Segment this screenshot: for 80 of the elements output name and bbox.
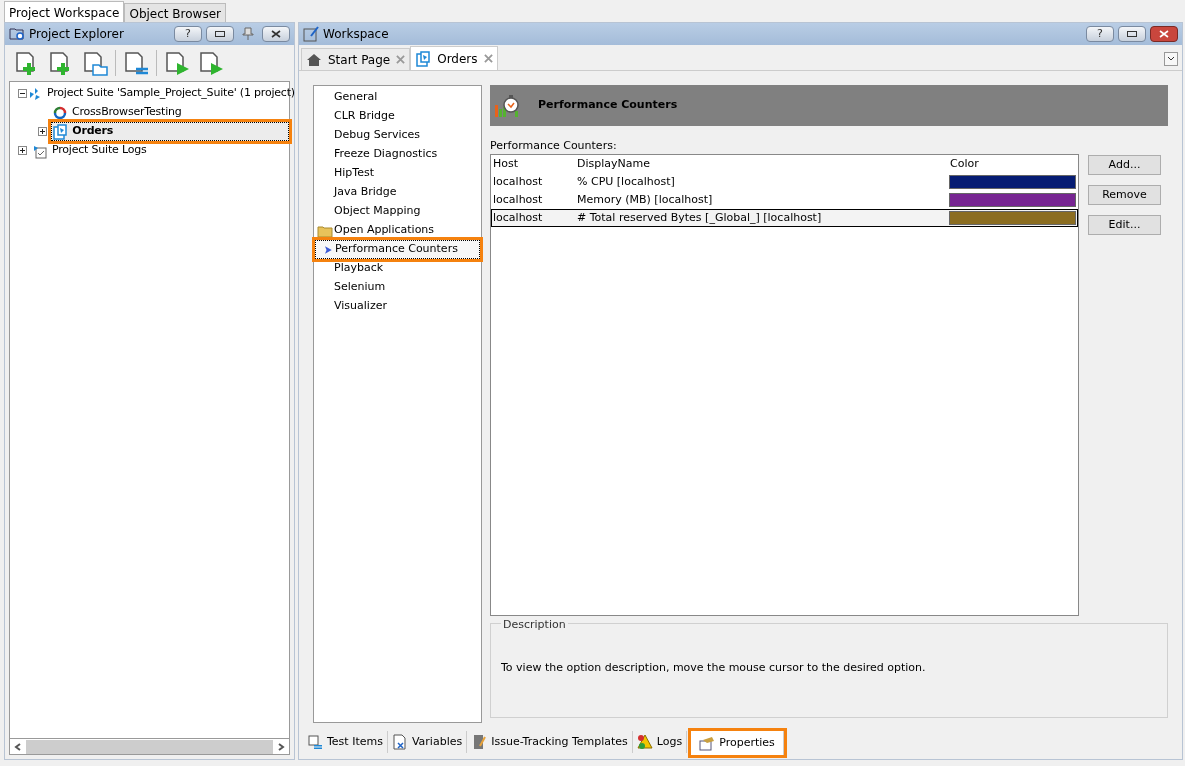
option-item[interactable]: Open Applications — [315, 221, 480, 240]
home-icon — [306, 51, 322, 68]
action-button[interactable]: Remove — [1088, 185, 1161, 205]
column-header[interactable]: Color — [948, 155, 1078, 173]
action-button[interactable]: Edit... — [1088, 215, 1161, 235]
description-text: To view the option description, move the mouse cursor to the desired option. — [501, 659, 927, 676]
collapse-icon[interactable] — [18, 89, 27, 98]
tree-item[interactable]: Orders — [51, 122, 289, 141]
workspace-tab[interactable]: Object Browser — [124, 3, 226, 22]
horizontal-scrollbar[interactable] — [9, 739, 290, 755]
variables-tab-icon — [391, 734, 408, 750]
help-button[interactable]: ? — [1086, 26, 1114, 42]
bottom-tab[interactable]: Test Items — [303, 731, 388, 753]
restore-button[interactable] — [1118, 26, 1146, 42]
bottom-tab[interactable]: Logs — [632, 731, 688, 753]
table-row[interactable]: localhost Memory (MB) [localhost] — [491, 191, 1078, 209]
bottom-tab[interactable]: Issue-Tracking Templates — [467, 731, 633, 753]
tree-node-icon — [52, 104, 68, 121]
document-tab[interactable]: Start Page — [301, 48, 411, 70]
tree-item[interactable]: Project Suite Logs — [32, 141, 155, 160]
option-item[interactable]: Performance Counters — [315, 240, 480, 259]
help-button[interactable]: ? — [174, 26, 202, 42]
tree-item[interactable]: CrossBrowserTesting — [52, 103, 190, 122]
document-tab[interactable]: Orders — [410, 46, 498, 70]
restore-icon — [215, 31, 225, 37]
tab-label: Orders — [437, 50, 478, 68]
close-icon[interactable] — [483, 54, 493, 63]
templates-tab-icon — [471, 734, 488, 750]
document-icon — [415, 50, 432, 67]
panel-title: Workspace — [323, 26, 390, 43]
close-button[interactable] — [262, 26, 290, 42]
option-item[interactable]: Debug Services — [315, 126, 480, 145]
table-cell-text: localhost — [492, 209, 544, 226]
tree-node-icon — [52, 123, 69, 140]
run-dropdown-icon[interactable] — [197, 49, 225, 77]
close-icon — [271, 30, 281, 38]
table-row[interactable]: localhost # Total reserved Bytes [_Global_] [localhost] — [491, 209, 1078, 227]
option-item[interactable]: CLR Bridge — [315, 107, 480, 126]
option-item[interactable]: General — [315, 88, 480, 107]
action-button[interactable]: Add... — [1088, 155, 1161, 175]
pin-icon[interactable] — [242, 27, 254, 41]
expand-icon[interactable] — [38, 127, 47, 136]
bottom-tab[interactable]: Properties — [691, 731, 784, 755]
items-tab-icon — [307, 734, 323, 750]
table-cell-text: localhost — [492, 191, 544, 208]
run-icon[interactable] — [163, 49, 191, 77]
option-item[interactable]: Freeze Diagnostics — [315, 145, 480, 164]
table-row[interactable]: localhost % CPU [localhost] — [491, 173, 1078, 191]
option-item[interactable]: Playback — [315, 259, 480, 278]
table-cell-text: # Total reserved Bytes [_Global_] [localhost] — [576, 209, 823, 226]
table-cell-text: Memory (MB) [localhost] — [576, 191, 714, 208]
table-cell-text: % CPU [localhost] — [576, 173, 676, 190]
option-item[interactable]: Java Bridge — [315, 183, 480, 202]
tree-item[interactable]: Project Suite 'Sample_Project_Suite' (1 project) — [27, 84, 303, 103]
bottom-tab[interactable]: Variables — [387, 731, 468, 753]
option-item[interactable]: Selenium — [315, 278, 480, 297]
workspace-tab[interactable]: Project Workspace — [4, 1, 125, 22]
properties-tab-icon — [699, 735, 716, 751]
expand-icon[interactable] — [18, 146, 27, 155]
option-item[interactable]: Visualizer — [315, 297, 480, 316]
table-cell-text: localhost — [492, 173, 544, 190]
restore-button[interactable] — [206, 26, 234, 42]
panel-title: Project Explorer — [29, 26, 125, 43]
option-item[interactable]: HipTest — [315, 164, 480, 183]
section-title: Performance Counters — [538, 97, 678, 114]
close-icon — [1159, 30, 1169, 38]
column-header[interactable]: DisplayName — [575, 155, 948, 173]
logs-tab-icon — [636, 734, 653, 750]
section-label: Performance Counters: — [490, 138, 618, 154]
tab-label: Start Page — [328, 51, 391, 69]
close-button[interactable] — [1150, 26, 1178, 42]
folder-search-icon — [9, 26, 25, 42]
restore-icon — [1127, 31, 1137, 37]
open-folder-icon[interactable] — [81, 49, 109, 77]
option-item[interactable]: Object Mapping — [315, 202, 480, 221]
column-header[interactable]: Host — [491, 155, 575, 173]
bar-chart-stopwatch-icon — [494, 92, 522, 119]
chevron-down-icon[interactable] — [1164, 52, 1178, 66]
list-icon[interactable] — [122, 49, 150, 77]
pencil-icon — [303, 26, 319, 42]
